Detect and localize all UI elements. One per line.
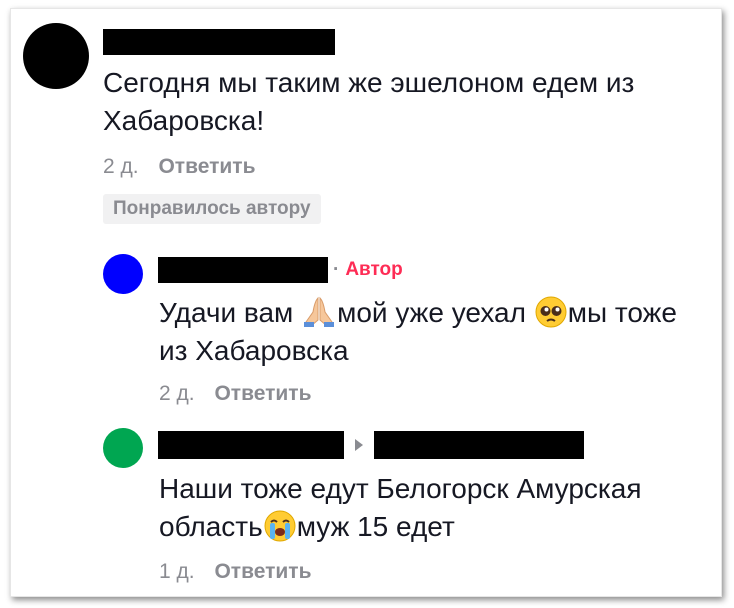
redacted-username[interactable] [158,257,328,283]
comment-text: Наши тоже едут Белогорск Амурская област… [159,470,719,546]
comment-meta: 1 д. Ответить [159,560,312,584]
author-tag: · Автор [333,259,403,281]
comment-text: Сегодня мы таким же эшелоном едем из Хаб… [103,67,635,136]
comment-text: Удачи вам мой уже уехал мы тоже из Хабар… [159,294,719,370]
reply-button[interactable]: Ответить [158,155,255,178]
author-label: Автор [345,259,403,280]
comment-text-part: Наши тоже едут Белогорск Амурская [159,473,642,504]
reply-button[interactable]: Ответить [214,382,311,405]
liked-by-author-badge: Понравилось автору [103,194,321,224]
pleading-face-icon [535,296,567,328]
comment-text-part: из Хабаровска [159,335,349,366]
comment-time: 2 д. [159,382,195,405]
comment-meta: 2 д. Ответить [103,155,256,179]
reply-button[interactable]: Ответить [214,560,311,583]
redacted-username[interactable] [158,431,344,459]
comment-time: 1 д. [159,560,195,583]
redacted-username[interactable] [374,431,584,459]
comment-text-part: Удачи вам [159,297,302,328]
loudly-crying-face-icon [264,510,296,542]
reply-to-arrow-icon [355,439,363,451]
avatar[interactable] [103,428,143,468]
comments-panel: Сегодня мы таким же эшелоном едем из Хаб… [10,8,722,597]
comment-meta: 2 д. Ответить [159,382,312,406]
comment-text-part: муж 15 едет [296,511,455,542]
comment-text-part: мой уже уехал [337,297,534,328]
avatar[interactable] [103,254,143,294]
avatar[interactable] [23,23,89,89]
separator-dot: · [333,259,340,280]
folded-hands-icon [304,296,335,327]
comment-text-part: область [159,511,263,542]
redacted-username[interactable] [103,29,335,55]
comment-text-part: мы тоже [567,297,677,328]
comment-time: 2 д. [103,155,139,178]
